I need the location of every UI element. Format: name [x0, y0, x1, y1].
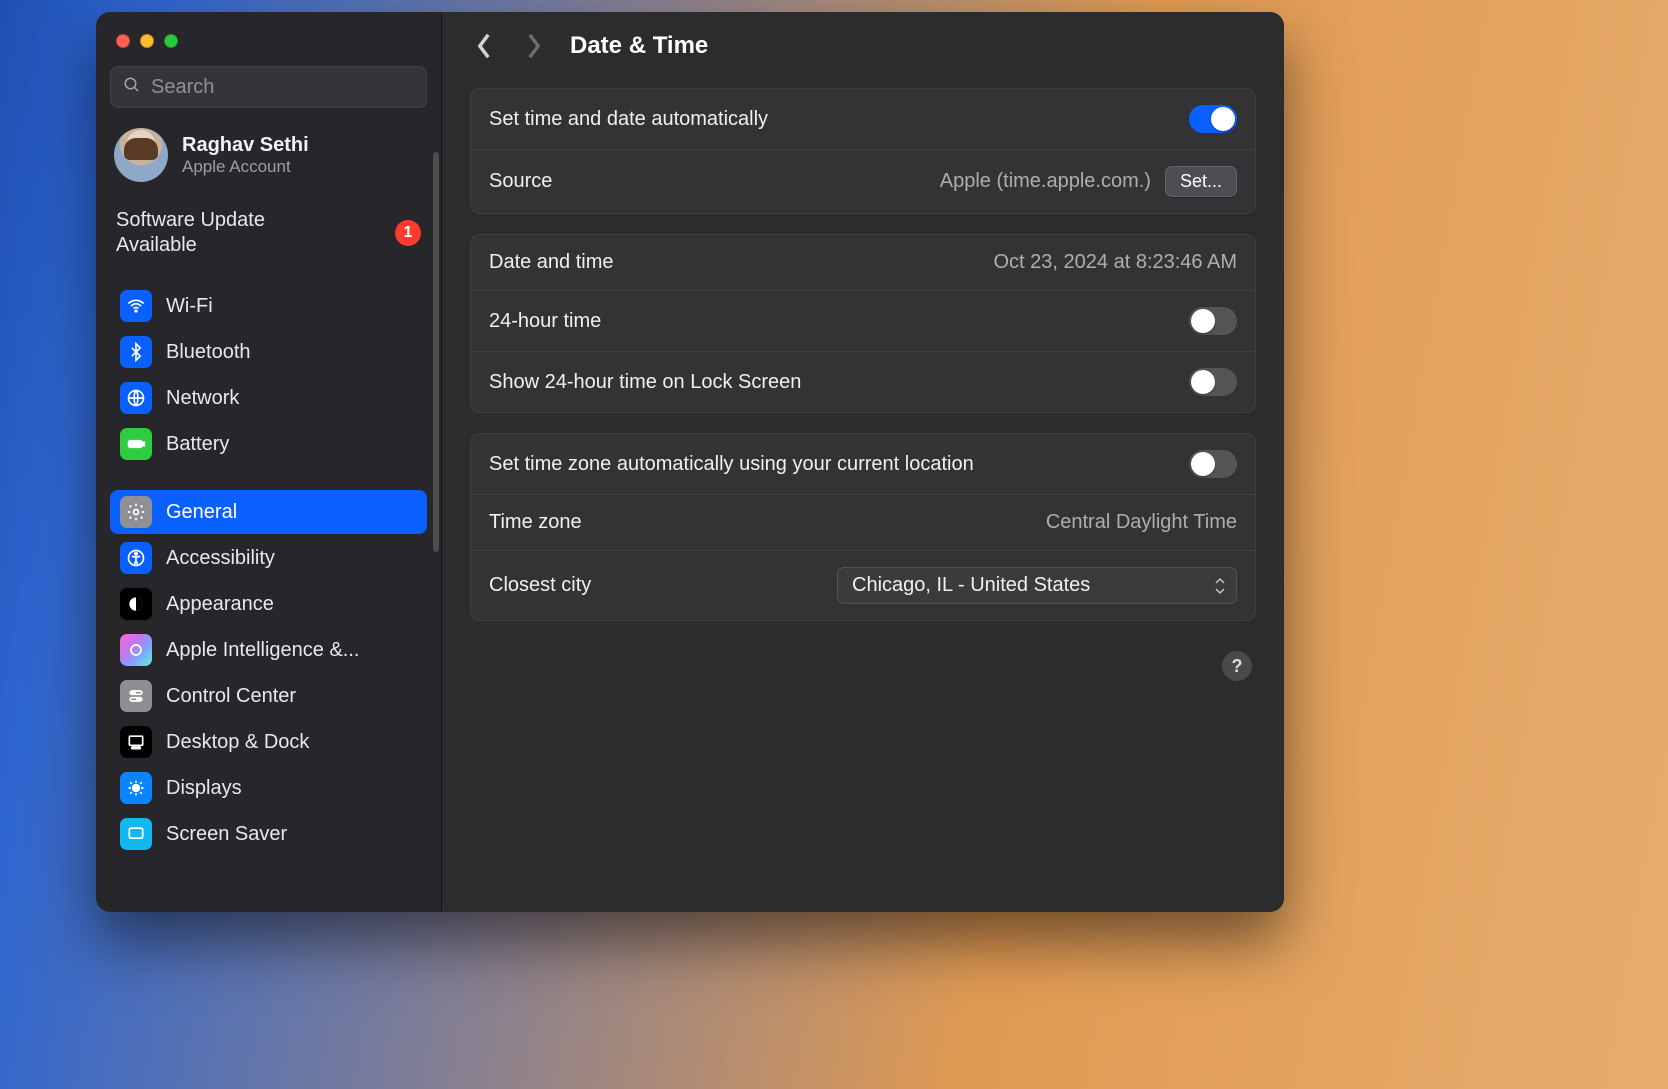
sidebar-item-bluetooth[interactable]: Bluetooth — [110, 330, 427, 374]
value-datetime: Oct 23, 2024 at 8:23:46 AM — [994, 251, 1238, 274]
row-tz: Time zone Central Daylight Time — [471, 495, 1255, 551]
user-sub: Apple Account — [182, 157, 309, 177]
row-24h: 24-hour time — [471, 291, 1255, 352]
value-source: Apple (time.apple.com.) — [940, 170, 1151, 193]
label-auto-time: Set time and date automatically — [489, 108, 768, 131]
settings-window: Raghav Sethi Apple Account Software Upda… — [96, 12, 1284, 912]
page-title: Date & Time — [570, 32, 708, 60]
settings-pane: Set time and date automatically Source A… — [442, 80, 1284, 701]
toggle-auto-tz[interactable] — [1189, 450, 1237, 478]
search-icon — [123, 76, 141, 99]
back-button[interactable] — [470, 32, 498, 60]
sidebar-item-label: Network — [166, 387, 239, 410]
sidebar-item-label: Displays — [166, 777, 242, 800]
sidebar-item-general[interactable]: General — [110, 490, 427, 534]
minimize-window-button[interactable] — [140, 34, 154, 48]
sidebar-item-label: Control Center — [166, 685, 296, 708]
label-source: Source — [489, 170, 552, 193]
row-lock-24h: Show 24-hour time on Lock Screen — [471, 352, 1255, 412]
sidebar-list: Wi-Fi Bluetooth Network Battery — [104, 282, 433, 858]
apple-intelligence-icon — [120, 634, 152, 666]
sidebar-item-appearance[interactable]: Appearance — [110, 582, 427, 626]
sidebar-item-label: General — [166, 501, 237, 524]
label-city: Closest city — [489, 574, 591, 597]
avatar — [114, 128, 168, 182]
gear-icon — [120, 496, 152, 528]
sidebar-item-label: Desktop & Dock — [166, 731, 309, 754]
update-text: Software Update Available — [116, 208, 326, 258]
group-time-source: Set time and date automatically Source A… — [470, 88, 1256, 214]
forward-button[interactable] — [520, 32, 548, 60]
label-auto-tz: Set time zone automatically using your c… — [489, 453, 974, 476]
chevron-updown-icon — [1214, 577, 1226, 595]
sidebar: Raghav Sethi Apple Account Software Upda… — [96, 12, 442, 912]
sidebar-scrollbar[interactable] — [433, 152, 439, 552]
apple-account-row[interactable]: Raghav Sethi Apple Account — [104, 122, 433, 200]
user-name: Raghav Sethi — [182, 134, 309, 157]
label-lock-24h: Show 24-hour time on Lock Screen — [489, 371, 801, 394]
sidebar-item-desktop-dock[interactable]: Desktop & Dock — [110, 720, 427, 764]
control-center-icon — [120, 680, 152, 712]
search-field[interactable] — [110, 66, 427, 108]
row-source: Source Apple (time.apple.com.) Set... — [471, 150, 1255, 213]
toggle-24h[interactable] — [1189, 307, 1237, 335]
group-datetime: Date and time Oct 23, 2024 at 8:23:46 AM… — [470, 234, 1256, 413]
row-city: Closest city Chicago, IL - United States — [471, 551, 1255, 620]
appearance-icon — [120, 588, 152, 620]
desktop-dock-icon — [120, 726, 152, 758]
sidebar-item-displays[interactable]: Displays — [110, 766, 427, 810]
displays-icon — [120, 772, 152, 804]
row-auto-time: Set time and date automatically — [471, 89, 1255, 150]
sidebar-item-network[interactable]: Network — [110, 376, 427, 420]
bluetooth-icon — [120, 336, 152, 368]
network-icon — [120, 382, 152, 414]
wifi-icon — [120, 290, 152, 322]
label-datetime: Date and time — [489, 251, 614, 274]
search-input[interactable] — [151, 76, 416, 99]
accessibility-icon — [120, 542, 152, 574]
close-window-button[interactable] — [116, 34, 130, 48]
screen-saver-icon — [120, 818, 152, 850]
sidebar-item-label: Battery — [166, 433, 229, 456]
toggle-auto-time[interactable] — [1189, 105, 1237, 133]
label-tz: Time zone — [489, 511, 582, 534]
help-button[interactable]: ? — [1222, 651, 1252, 681]
row-datetime: Date and time Oct 23, 2024 at 8:23:46 AM — [471, 235, 1255, 291]
closest-city-value: Chicago, IL - United States — [852, 574, 1090, 597]
sidebar-item-control-center[interactable]: Control Center — [110, 674, 427, 718]
group-timezone: Set time zone automatically using your c… — [470, 433, 1256, 621]
sidebar-item-wifi[interactable]: Wi-Fi — [110, 284, 427, 328]
software-update-row[interactable]: Software Update Available 1 — [104, 200, 433, 276]
window-controls — [104, 28, 433, 66]
closest-city-select[interactable]: Chicago, IL - United States — [837, 567, 1237, 604]
titlebar: Date & Time — [442, 12, 1284, 80]
label-24h: 24-hour time — [489, 310, 601, 333]
row-auto-tz: Set time zone automatically using your c… — [471, 434, 1255, 495]
sidebar-item-accessibility[interactable]: Accessibility — [110, 536, 427, 580]
sidebar-item-battery[interactable]: Battery — [110, 422, 427, 466]
set-source-button[interactable]: Set... — [1165, 166, 1237, 197]
sidebar-item-label: Screen Saver — [166, 823, 287, 846]
sidebar-item-label: Wi-Fi — [166, 295, 213, 318]
sidebar-item-label: Accessibility — [166, 547, 275, 570]
battery-icon — [120, 428, 152, 460]
value-tz: Central Daylight Time — [1046, 511, 1237, 534]
sidebar-item-label: Appearance — [166, 593, 274, 616]
sidebar-item-label: Apple Intelligence &... — [166, 639, 359, 662]
update-badge: 1 — [395, 220, 421, 246]
content-pane: Date & Time Set time and date automatica… — [442, 12, 1284, 912]
sidebar-item-apple-intelligence[interactable]: Apple Intelligence &... — [110, 628, 427, 672]
toggle-lock-24h[interactable] — [1189, 368, 1237, 396]
sidebar-item-screen-saver[interactable]: Screen Saver — [110, 812, 427, 856]
sidebar-item-label: Bluetooth — [166, 341, 251, 364]
zoom-window-button[interactable] — [164, 34, 178, 48]
